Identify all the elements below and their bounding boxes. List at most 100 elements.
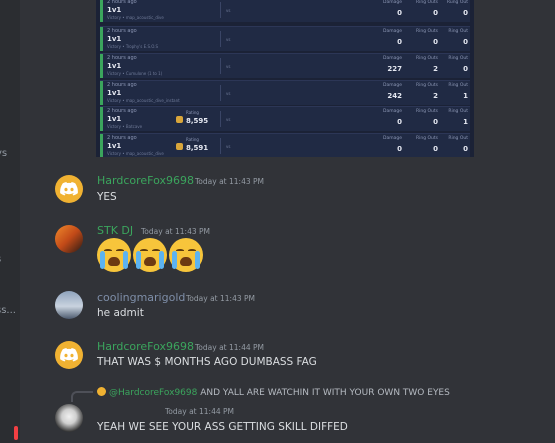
damage-value: 242 [387,92,402,100]
ring-outs-stat: Ring Outs 2 [410,83,438,100]
message-timestamp: Today at 11:44 PM [195,343,264,352]
match-mode: 1v1 [107,142,122,150]
match-row: 2 hours ago 1v1 Victory • Cumulone (1 to… [100,53,470,78]
ring-out-label: Rung Out [446,0,468,5]
ring-outs-stat: Ring Outs 2 [410,56,438,73]
message-author[interactable]: coolingmarigold [97,291,185,304]
sidebar-fragment[interactable]: ss... [0,305,16,316]
match-time: 2 hours ago [107,82,137,88]
sidebar-fragment[interactable]: ys [0,148,7,159]
discord-logo-icon [60,182,78,196]
ring-out-value: 0 [463,9,468,17]
match-map: Victory • map_acoustic_dive [107,151,164,156]
message-content: YES [97,191,117,203]
sidebar-fragment[interactable]: s [0,254,1,265]
ring-out-value: 0 [463,145,468,153]
rank-icon [176,116,183,123]
ring-out-value: 0 [463,65,468,73]
ring-out-stat: Ring Out 0 [442,56,468,73]
match-map: Victory • map_acoustic_dive_instant [107,98,180,103]
damage-stat: Damage 227 [366,56,402,73]
message-author[interactable]: HardcoreFox9698 [97,174,194,187]
match-row: 2 hours ago 1v1 Victory • Trophy's E.S.O… [100,26,470,51]
reply-mention[interactable]: @HardcoreFox9698 [109,388,197,398]
ring-outs-label: Ring Outs [415,29,438,34]
ring-out-label: Ring Out [448,56,468,61]
ring-outs-stat: Ring Outs 0 [410,0,438,17]
ring-outs-stat: Ring Outs 0 [410,136,438,153]
ring-out-stat: Ring Out 1 [442,83,468,100]
match-mode: 1v1 [107,6,122,14]
ring-outs-label: Ring Outs [415,83,438,88]
avatar[interactable] [55,291,83,319]
rating-label: Rating [186,110,199,115]
damage-label: Damage [383,109,402,114]
damage-stat: Damage 242 [366,83,402,100]
message-author[interactable]: STK DJ [97,224,133,237]
loudly-crying-face-icon [97,238,131,272]
divider [220,138,221,154]
result-stripe [100,81,103,105]
avatar[interactable] [55,225,83,253]
divider [220,85,221,101]
reply-preview[interactable]: @HardcoreFox9698 AND YALL ARE WATCHIN IT… [97,387,450,398]
ring-outs-value: 0 [433,145,438,153]
vs-label: vs [226,117,231,122]
damage-label: Damage [383,29,402,34]
ring-out-label: Ring Out [448,29,468,34]
message-author[interactable]: HardcoreFox9698 [97,340,194,353]
ring-out-label: Ring Out [448,109,468,114]
avatar[interactable] [55,404,83,432]
match-row: 2 hours ago 1v1 Victory • map_acoustic_d… [100,80,470,105]
loudly-crying-face-icon [169,238,203,272]
avatar[interactable] [55,175,83,203]
match-mode: 1v1 [107,89,122,97]
damage-stat: Damage 0 [366,109,402,126]
match-row: 2 hours ago 1v1 Victory • map_acoustic_d… [100,0,470,22]
ring-outs-label: Ring Outs [415,136,438,141]
ring-outs-label: Ring Outs [415,56,438,61]
ring-out-value: 0 [463,38,468,46]
damage-stat: Damage 0 [366,29,402,46]
damage-stat: Damage 0 [366,0,402,17]
ring-out-stat: Ring Out 1 [442,109,468,126]
ring-out-stat: Rung Out 0 [442,0,468,17]
damage-stat: Damage 0 [366,136,402,153]
reply-text: AND YALL ARE WATCHIN IT WITH YOUR OWN TW… [200,388,450,398]
damage-value: 0 [397,38,402,46]
ring-outs-label: Ring Outs [415,109,438,114]
ring-outs-value: 2 [433,65,438,73]
match-row: 2 hours ago 1v1 Victory • map_acoustic_d… [100,133,470,157]
damage-value: 0 [397,9,402,17]
divider [220,58,221,74]
match-time: 2 hours ago [107,28,137,34]
damage-value: 0 [397,118,402,126]
match-history-image[interactable]: 2 hours ago 1v1 Victory • map_acoustic_d… [96,0,474,157]
damage-label: Damage [383,56,402,61]
vs-label: vs [226,144,231,149]
match-time: 2 hours ago [107,55,137,61]
ring-out-label: Ring Out [448,83,468,88]
ring-outs-stat: Ring Outs 0 [410,29,438,46]
match-time: 2 hours ago [107,108,137,114]
damage-value: 0 [397,145,402,153]
ring-out-label: Ring Out [448,136,468,141]
reply-connector [71,391,93,402]
message-timestamp: Today at 11:43 PM [141,227,210,236]
rating-label: Rating [186,137,199,142]
ring-out-value: 1 [463,92,468,100]
divider [220,2,221,18]
ring-out-stat: Ring Out 0 [442,29,468,46]
message-timestamp: Today at 11:43 PM [186,294,255,303]
ring-outs-label: Ring Outs [415,0,438,5]
damage-label: Damage [383,0,402,5]
divider [220,111,221,127]
vs-label: vs [226,91,231,96]
emoji-reaction-row [97,238,203,272]
ring-outs-value: 2 [433,92,438,100]
match-mode: 1v1 [107,115,122,123]
match-map: Victory • map_acoustic_dive [107,15,164,20]
avatar[interactable] [55,341,83,369]
message-timestamp: Today at 11:44 PM [165,407,234,416]
result-stripe [100,107,103,131]
